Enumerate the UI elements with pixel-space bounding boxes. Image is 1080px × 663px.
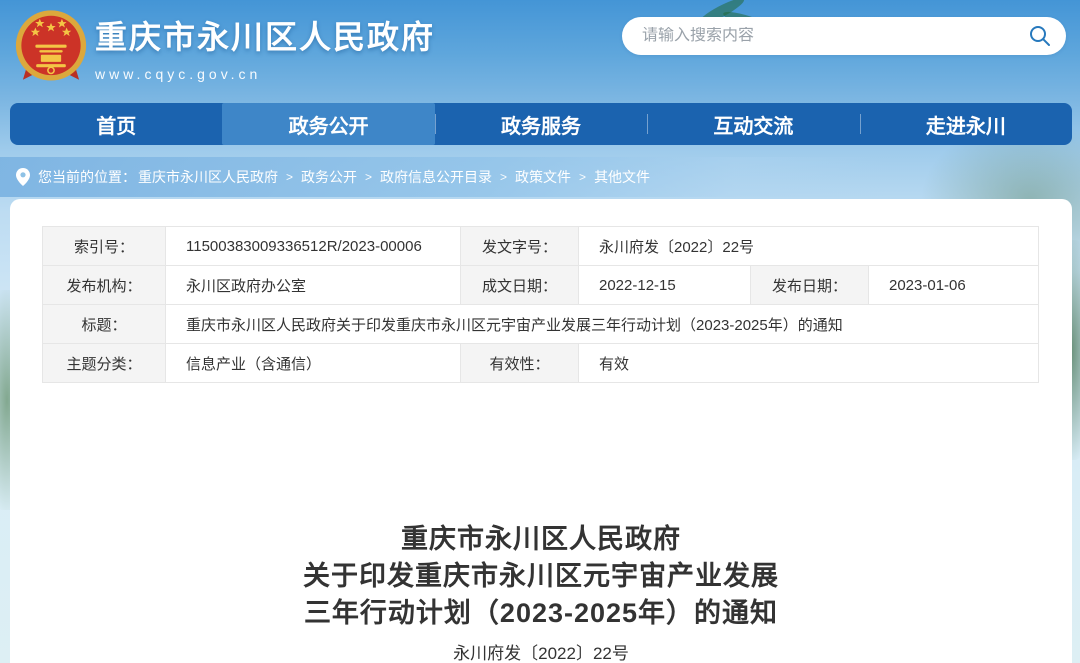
document-title-line: 关于印发重庆市永川区元宇宙产业发展 bbox=[10, 558, 1072, 595]
breadcrumb-item-home[interactable]: 重庆市永川区人民政府 bbox=[138, 167, 278, 187]
title-label: 标题： bbox=[43, 305, 166, 344]
site-logo-link[interactable]: 重庆市永川区人民政府 www.cqyc.gov.cn bbox=[95, 12, 435, 82]
table-row: 主题分类： 信息产业（含通信） 有效性： 有效 bbox=[43, 344, 1039, 383]
national-emblem-icon[interactable] bbox=[12, 8, 90, 86]
nav-item-gov-disclosure[interactable]: 政务公开 bbox=[222, 103, 434, 145]
validity-value: 有效 bbox=[579, 344, 1039, 383]
site-title: 重庆市永川区人民政府 bbox=[95, 12, 435, 58]
table-row: 索引号： 11500383009336512R/2023-00006 发文字号：… bbox=[43, 227, 1039, 266]
breadcrumb-separator: > bbox=[365, 170, 372, 184]
nav-item-interaction[interactable]: 互动交流 bbox=[647, 103, 859, 145]
topic-category-label: 主题分类： bbox=[43, 344, 166, 383]
topic-category-value: 信息产业（含通信） bbox=[166, 344, 461, 383]
site-url: www.cqyc.gov.cn bbox=[95, 66, 435, 82]
document-title-line: 重庆市永川区人民政府 bbox=[10, 521, 1072, 558]
publish-date-label: 发布日期： bbox=[751, 266, 869, 305]
title-value: 重庆市永川区人民政府关于印发重庆市永川区元宇宙产业发展三年行动计划（2023-2… bbox=[166, 305, 1039, 344]
document-meta-table: 索引号： 11500383009336512R/2023-00006 发文字号：… bbox=[42, 226, 1039, 383]
document-title-line: 三年行动计划（2023-2025年）的通知 bbox=[10, 595, 1072, 632]
nav-item-home[interactable]: 首页 bbox=[10, 103, 222, 145]
document-heading: 重庆市永川区人民政府 关于印发重庆市永川区元宇宙产业发展 三年行动计划（2023… bbox=[10, 521, 1072, 663]
document-number: 永川府发〔2022〕22号 bbox=[10, 639, 1072, 663]
page: 重庆市永川区人民政府 www.cqyc.gov.cn 首页 政务公开 政务服务 … bbox=[0, 0, 1080, 663]
breadcrumb-separator: > bbox=[286, 170, 293, 184]
doc-symbol-label: 发文字号： bbox=[461, 227, 579, 266]
content-card: 索引号： 11500383009336512R/2023-00006 发文字号：… bbox=[10, 199, 1072, 663]
breadcrumb-item-disclosure[interactable]: 政务公开 bbox=[301, 167, 357, 187]
validity-label: 有效性： bbox=[461, 344, 579, 383]
issuing-agency-value: 永川区政府办公室 bbox=[166, 266, 461, 305]
breadcrumb-item-other-files[interactable]: 其他文件 bbox=[594, 167, 650, 187]
issuing-agency-label: 发布机构： bbox=[43, 266, 166, 305]
breadcrumb-separator: > bbox=[500, 170, 507, 184]
main-nav: 首页 政务公开 政务服务 互动交流 走进永川 bbox=[10, 103, 1072, 145]
location-pin-icon bbox=[16, 168, 30, 186]
search-icon[interactable] bbox=[1028, 24, 1052, 48]
publish-date-value: 2023-01-06 bbox=[869, 266, 1039, 305]
site-header: 重庆市永川区人民政府 www.cqyc.gov.cn bbox=[0, 0, 1080, 103]
search-input[interactable] bbox=[642, 27, 1028, 45]
written-date-label: 成文日期： bbox=[461, 266, 579, 305]
index-number-label: 索引号： bbox=[43, 227, 166, 266]
search-box bbox=[622, 17, 1066, 55]
breadcrumb: 您当前的位置： 重庆市永川区人民政府 > 政务公开 > 政府信息公开目录 > 政… bbox=[0, 157, 1080, 197]
breadcrumb-prefix: 您当前的位置： bbox=[38, 167, 136, 187]
table-row: 发布机构： 永川区政府办公室 成文日期： 2022-12-15 发布日期： 20… bbox=[43, 266, 1039, 305]
breadcrumb-item-policy-files[interactable]: 政策文件 bbox=[515, 167, 571, 187]
breadcrumb-item-catalog[interactable]: 政府信息公开目录 bbox=[380, 167, 492, 187]
written-date-value: 2022-12-15 bbox=[579, 266, 751, 305]
nav-item-about-yongchuan[interactable]: 走进永川 bbox=[860, 103, 1072, 145]
index-number-value: 11500383009336512R/2023-00006 bbox=[166, 227, 461, 266]
doc-symbol-value: 永川府发〔2022〕22号 bbox=[579, 227, 1039, 266]
nav-item-gov-services[interactable]: 政务服务 bbox=[435, 103, 647, 145]
breadcrumb-separator: > bbox=[579, 170, 586, 184]
table-row: 标题： 重庆市永川区人民政府关于印发重庆市永川区元宇宙产业发展三年行动计划（20… bbox=[43, 305, 1039, 344]
